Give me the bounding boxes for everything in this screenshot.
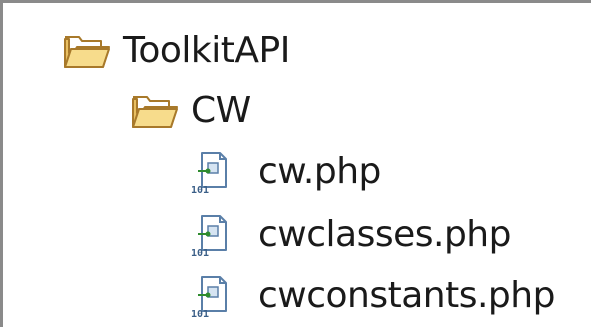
tree-node-label: cwclasses.php [258, 214, 511, 255]
folder-open-icon [64, 36, 110, 68]
tree-node-label: CW [191, 90, 251, 131]
project-tree: ToolkitAPI CW 101 cw.php 101 cwclasses.p… [0, 0, 591, 327]
tree-node-cw[interactable]: CW [131, 85, 251, 137]
tree-node-toolkitapi[interactable]: ToolkitAPI [63, 25, 290, 77]
php-file-icon: 101 [191, 152, 227, 195]
tree-node-file[interactable]: 101 cwclasses.php [190, 209, 511, 261]
svg-text:101: 101 [191, 248, 209, 258]
svg-text:101: 101 [191, 185, 209, 195]
folder-open-icon [132, 96, 178, 128]
php-file-icon: 101 [191, 215, 227, 258]
tree-node-file[interactable]: 101 cw.php [190, 146, 381, 198]
tree-node-label: cw.php [258, 151, 381, 192]
php-file-icon: 101 [191, 276, 227, 319]
tree-node-label: cwconstants.php [258, 275, 555, 316]
tree-node-file[interactable]: 101 cwconstants.php [190, 270, 555, 322]
tree-node-label: ToolkitAPI [123, 30, 290, 71]
svg-text:101: 101 [191, 309, 209, 319]
